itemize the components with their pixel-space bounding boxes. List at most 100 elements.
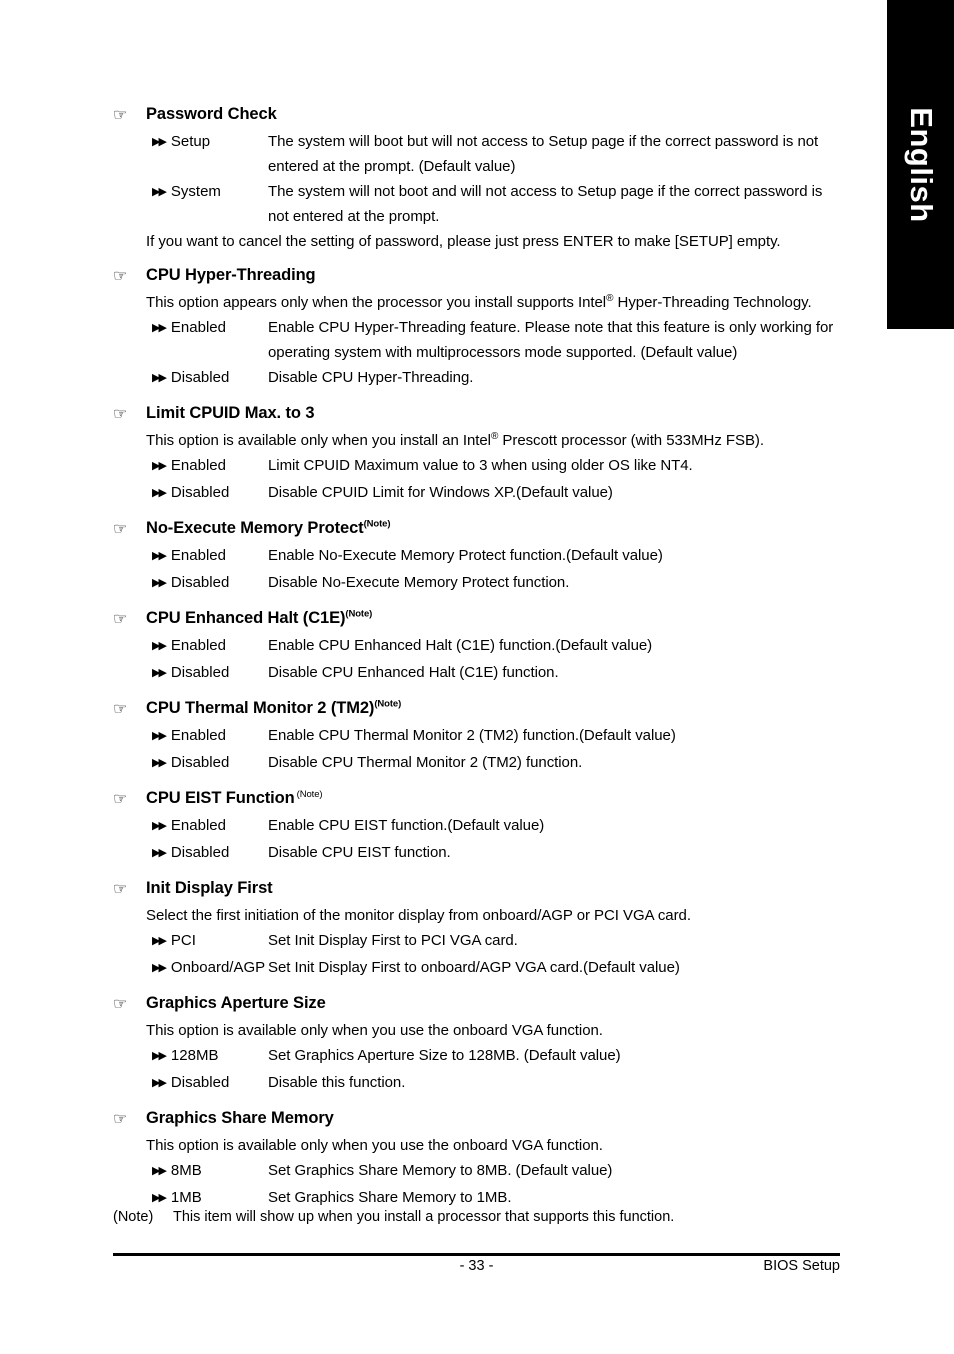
section-description: Select the first initiation of the monit… (146, 907, 691, 924)
bios-option-value: Disabled (170, 754, 230, 771)
bios-option-description: Enable No-Execute Memory Protect functio… (268, 547, 663, 564)
bios-option-section: ☞ Graphics Aperture Size This option is av… (113, 993, 843, 1097)
bios-option-value: Disabled (170, 484, 230, 501)
bios-option-section: ☞ Graphics Share Memory This option is ava… (113, 1108, 843, 1212)
bios-option-section: ☞ CPU Thermal Monitor 2 (TM2)(Note) ▶▶ Enab… (113, 698, 843, 777)
section-title: Password Check (146, 105, 277, 123)
bios-option-section: ☞ CPU Enhanced Halt (C1E)(Note) ▶▶ Enabled E… (113, 608, 843, 687)
bios-option-value: Enabled (170, 457, 226, 474)
pointing-hand-icon: ☞ (113, 791, 128, 808)
double-arrow-icon: ▶▶ (152, 667, 167, 679)
double-arrow-icon: ▶▶ (152, 1050, 167, 1062)
bios-option-value: Setup (170, 133, 211, 150)
bios-option-label: ▶▶ Disabled (113, 1070, 268, 1097)
bios-option-value: 1MB (170, 1189, 202, 1206)
bios-option-value: Enabled (170, 319, 226, 336)
bios-option-section: ☞ CPU Hyper-Threading This option appears … (113, 265, 843, 392)
bios-option-label: ▶▶ Disabled (113, 480, 268, 507)
section-title: Graphics Share Memory (146, 1109, 334, 1127)
language-tab-english: English (887, 0, 954, 329)
section-heading: ☞ Limit CPUID Max. to 3 (113, 403, 843, 425)
footer-divider (113, 1253, 840, 1256)
bios-option-value: Onboard/AGP (170, 959, 266, 976)
double-arrow-icon: ▶▶ (152, 460, 167, 472)
bios-option-section: ☞ CPU EIST Function (Note) ▶▶ Enabled Enable … (113, 788, 843, 867)
section-trailing-note: If you want to cancel the setting of pas… (146, 233, 781, 250)
bios-option-row: ▶▶ Disabled Disable CPUID Limit for Window… (113, 480, 843, 507)
bios-option-value: Enabled (170, 727, 226, 744)
double-arrow-icon: ▶▶ (152, 935, 167, 947)
bios-option-row: ▶▶ 128MB Set Graphics Aperture Size to 128… (113, 1043, 843, 1070)
section-heading: ☞ CPU Hyper-Threading (113, 265, 843, 287)
bios-option-row: ▶▶ Enabled Enable CPU Thermal Monitor 2 (T… (113, 723, 843, 750)
bios-option-description: Disable No-Execute Memory Protect functi… (268, 574, 570, 591)
bios-option-value: Disabled (170, 369, 230, 386)
section-heading: ☞ No-Execute Memory Protect(Note) (113, 518, 843, 540)
pointing-hand-icon: ☞ (113, 701, 128, 718)
section-heading: ☞ CPU Enhanced Halt (C1E)(Note) (113, 608, 843, 630)
bios-option-row: ▶▶ Disabled Disable CPU Enhanced Halt (C1E… (113, 660, 843, 687)
pointing-hand-icon: ☞ (113, 521, 128, 538)
section-title: Graphics Aperture Size (146, 994, 326, 1012)
double-arrow-icon: ▶▶ (152, 322, 167, 334)
section-title: CPU Hyper-Threading (146, 266, 316, 284)
bios-option-label: ▶▶ Enabled (113, 543, 268, 570)
bios-option-description: Disable CPU Enhanced Halt (C1E) function… (268, 664, 559, 681)
bios-option-section: ☞ Password Check ▶▶ Setup The system will bo… (113, 104, 843, 254)
bios-option-row: ▶▶ Disabled Disable CPU Hyper-Threading. (113, 365, 843, 392)
page-footer: - 33 - BIOS Setup (113, 1258, 840, 1280)
note-superscript: (Note) (345, 608, 373, 620)
bios-option-description: Disable CPUID Limit for Windows XP.(Defa… (268, 484, 613, 501)
note-superscript: (Note) (296, 788, 323, 800)
bios-option-description: Disable CPU Hyper-Threading. (268, 369, 474, 386)
double-arrow-icon: ▶▶ (152, 136, 167, 148)
section-title: Init Display First (146, 879, 273, 897)
bios-option-label: ▶▶ Disabled (113, 750, 268, 777)
bios-option-section: ☞ Limit CPUID Max. to 3 This option is ava… (113, 403, 843, 507)
bios-option-label: ▶▶ Onboard/AGP (113, 955, 268, 982)
bios-option-row: ▶▶ Enabled Limit CPUID Maximum value to 3 … (113, 453, 843, 480)
bios-option-row: ▶▶ Disabled Disable CPU Thermal Monitor 2 … (113, 750, 843, 777)
bios-option-label: ▶▶ Enabled (113, 723, 268, 750)
bios-option-description: Enable CPU Enhanced Halt (C1E) function.… (268, 637, 653, 654)
note-superscript: (Note) (374, 698, 402, 710)
bios-option-value: Disabled (170, 1074, 230, 1091)
bios-option-label: ▶▶ Disabled (113, 570, 268, 597)
bios-option-value: 128MB (170, 1047, 219, 1064)
section-description-suffix: Prescott processor (with 533MHz FSB). (498, 432, 764, 449)
section-description: This option is available only when you u… (146, 1022, 603, 1039)
bios-option-label: ▶▶ Enabled (113, 633, 268, 660)
double-arrow-icon: ▶▶ (152, 550, 167, 562)
footnote-tag: (Note) (113, 1209, 154, 1225)
bios-option-description: Enable CPU Hyper-Threading feature. Plea… (268, 319, 834, 361)
pointing-hand-icon: ☞ (113, 268, 128, 285)
footer-chapter-label: BIOS Setup (763, 1258, 840, 1274)
pointing-hand-icon: ☞ (113, 107, 128, 124)
bios-option-value: 8MB (170, 1162, 202, 1179)
bios-option-description: Limit CPUID Maximum value to 3 when usin… (268, 457, 693, 474)
double-arrow-icon: ▶▶ (152, 372, 167, 384)
bios-option-value: Disabled (170, 844, 230, 861)
bios-option-section: ☞ Init Display First Select the first init… (113, 878, 843, 982)
bios-option-row: ▶▶ PCI Set Init Display First to PCI VGA c… (113, 928, 843, 955)
bios-option-description: Set Init Display First to PCI VGA card. (268, 932, 518, 949)
section-heading: ☞ CPU Thermal Monitor 2 (TM2)(Note) (113, 698, 843, 720)
pointing-hand-icon: ☞ (113, 1111, 128, 1128)
bios-option-label: ▶▶ System (113, 179, 268, 206)
bios-option-value: PCI (170, 932, 196, 949)
section-description-prefix: This option is available only when you i… (146, 432, 491, 449)
section-title: No-Execute Memory Protect(Note) (146, 518, 391, 537)
pointing-hand-icon: ☞ (113, 611, 128, 628)
double-arrow-icon: ▶▶ (152, 1165, 167, 1177)
double-arrow-icon: ▶▶ (152, 962, 167, 974)
document-page: English ☞ Password Check ▶▶ Setup The system… (0, 0, 954, 1354)
double-arrow-icon: ▶▶ (152, 730, 167, 742)
section-heading: ☞ Password Check (113, 104, 843, 126)
bios-option-row: ▶▶ Enabled Enable CPU EIST function.(Defau… (113, 813, 843, 840)
bios-option-row: ▶▶ Disabled Disable CPU EIST function. (113, 840, 843, 867)
bios-option-description: Disable CPU EIST function. (268, 844, 451, 861)
bios-option-description: Enable CPU EIST function.(Default value) (268, 817, 545, 834)
double-arrow-icon: ▶▶ (152, 757, 167, 769)
bios-option-label: ▶▶ Disabled (113, 660, 268, 687)
bios-option-description: Disable this function. (268, 1074, 406, 1091)
